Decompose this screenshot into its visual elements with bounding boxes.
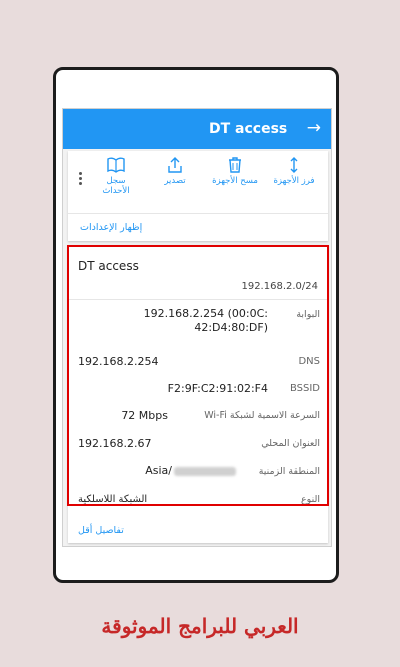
sort-label: فرز الأجهزة (273, 176, 315, 186)
highlight-box (67, 245, 329, 506)
app-title: DT access (209, 121, 288, 137)
show-settings-link[interactable]: إظهار الإعدادات (80, 221, 142, 234)
sort-devices-button[interactable]: فرز الأجهزة (270, 157, 318, 186)
history-button[interactable]: سجل الأحداث (92, 157, 140, 196)
share-icon (168, 157, 182, 173)
trash-icon (229, 157, 241, 173)
export-button[interactable]: تصدير (151, 157, 199, 186)
clear-label: مسح الأجهزة (212, 176, 258, 186)
toolbar-card: سجل الأحداث تصدير مسح الأجهزة فرز الأجهز… (68, 151, 328, 241)
arrow-right-icon[interactable]: → (307, 118, 321, 138)
history-label: سجل الأحداث (102, 176, 130, 196)
divider (68, 213, 328, 214)
clear-devices-button[interactable]: مسح الأجهزة (211, 157, 259, 186)
brand-caption: العربي للبرامج الموثوقة (101, 614, 299, 638)
sort-icon (290, 157, 298, 173)
export-label: تصدير (164, 176, 186, 186)
book-icon (107, 157, 125, 173)
more-options-icon[interactable] (79, 172, 83, 187)
app-bar: DT access → (63, 109, 331, 149)
less-details-link[interactable]: تفاصيل أقل (78, 525, 124, 537)
